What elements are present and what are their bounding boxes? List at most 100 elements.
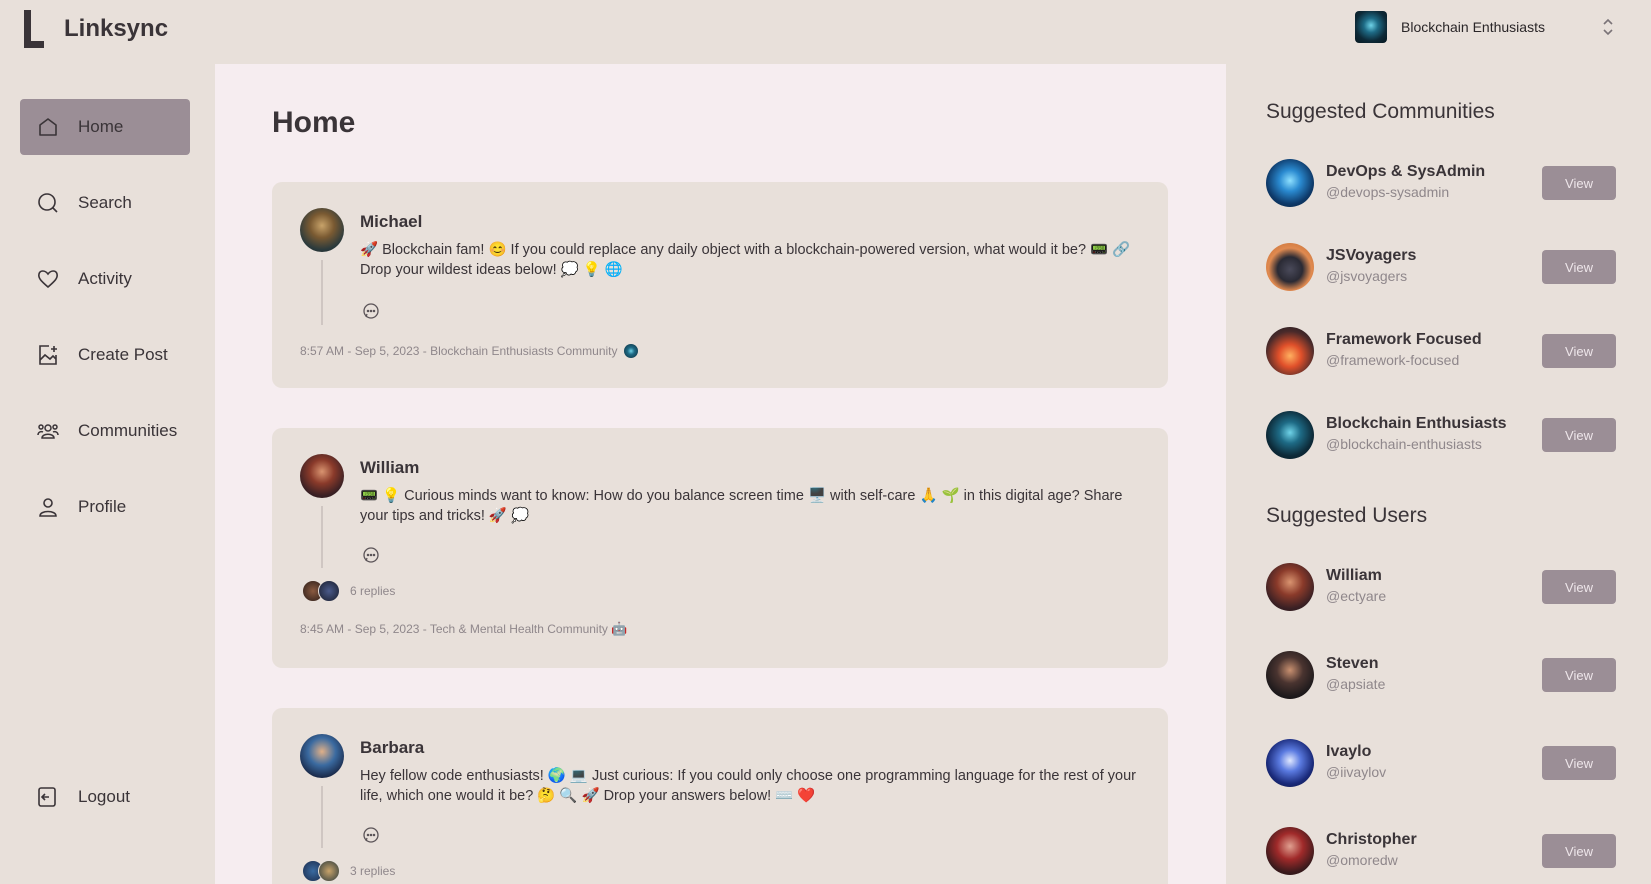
logout-icon <box>36 785 60 809</box>
thread-line <box>321 506 323 568</box>
user-handle: @apsiate <box>1326 676 1386 692</box>
community-avatar[interactable] <box>1266 411 1314 459</box>
post-card: William 📟 💡 Curious minds want to know: … <box>272 428 1168 668</box>
home-icon <box>36 115 60 139</box>
post-content: Hey fellow code enthusiasts! 🌍 💻 Just cu… <box>360 768 1137 804</box>
user-name[interactable]: Christopher <box>1326 831 1417 849</box>
sidebar-item-label: Search <box>78 193 132 212</box>
view-user-button[interactable]: View <box>1542 746 1616 780</box>
view-community-button[interactable]: View <box>1542 418 1616 452</box>
reply-icon[interactable] <box>362 302 380 320</box>
sidebar-item-create-post[interactable]: Create Post <box>20 327 190 383</box>
app-name: Linksync <box>64 15 169 42</box>
organization-avatar <box>1355 11 1387 43</box>
post-author[interactable]: Michael <box>360 212 422 232</box>
view-user-button[interactable]: View <box>1542 834 1616 868</box>
communities-icon <box>36 419 60 443</box>
suggested-community-row: DevOps & SysAdmin @devops-sysadmin View <box>1266 159 1616 209</box>
user-handle: @iivaylov <box>1326 764 1387 780</box>
main-feed: Home Michael 🚀 Blockchain fam! 😊 If you … <box>215 64 1226 884</box>
sidebar-item-profile[interactable]: Profile <box>20 479 190 535</box>
author-avatar[interactable] <box>300 454 344 498</box>
sidebar-item-label: Home <box>78 117 124 136</box>
community-handle: @devops-sysadmin <box>1326 184 1450 200</box>
sidebar-item-home[interactable]: Home <box>20 99 190 155</box>
suggested-user-row: Steven @apsiate View <box>1266 651 1616 701</box>
user-handle: @omoredw <box>1326 852 1398 868</box>
replies-summary[interactable]: 6 replies <box>302 580 395 602</box>
replies-count: 6 replies <box>350 584 396 598</box>
suggested-community-row: Blockchain Enthusiasts @blockchain-enthu… <box>1266 411 1616 461</box>
search-icon <box>36 191 60 215</box>
user-name[interactable]: William <box>1326 567 1382 585</box>
view-community-button[interactable]: View <box>1542 334 1616 368</box>
author-avatar[interactable] <box>300 208 344 252</box>
view-community-button[interactable]: View <box>1542 250 1616 284</box>
organization-name: Blockchain Enthusiasts <box>1401 19 1545 35</box>
user-name[interactable]: Steven <box>1326 655 1378 673</box>
post-meta-text[interactable]: 8:45 AM - Sep 5, 2023 - Tech & Mental He… <box>300 622 608 636</box>
chevron-up-down-icon[interactable] <box>1601 17 1615 37</box>
suggested-user-row: William @ectyare View <box>1266 563 1616 613</box>
replies-count: 3 replies <box>350 864 396 878</box>
community-name[interactable]: Blockchain Enthusiasts <box>1326 415 1507 433</box>
logo-mark-icon <box>24 10 44 48</box>
sidebar-item-label: Profile <box>78 497 127 516</box>
create-post-icon <box>36 343 60 367</box>
post-author[interactable]: Barbara <box>360 738 424 758</box>
right-sidebar: Suggested Communities DevOps & SysAdmin … <box>1226 60 1651 884</box>
user-avatar[interactable] <box>1266 563 1314 611</box>
reply-avatar <box>318 580 340 602</box>
community-avatar <box>623 344 638 358</box>
profile-icon <box>36 495 60 519</box>
heart-icon <box>36 267 60 291</box>
user-name[interactable]: Ivaylo <box>1326 743 1371 761</box>
suggested-community-row: Framework Focused @framework-focused Vie… <box>1266 327 1616 377</box>
post-author[interactable]: William <box>360 458 419 478</box>
sidebar-item-label: Activity <box>78 269 132 288</box>
page-title: Home <box>272 106 356 139</box>
user-handle: @ectyare <box>1326 588 1387 604</box>
community-avatar[interactable] <box>1266 327 1314 375</box>
replies-summary[interactable]: 3 replies <box>302 860 395 882</box>
app-logo[interactable]: Linksync <box>24 10 168 48</box>
organization-switcher[interactable]: Blockchain Enthusiasts <box>1355 11 1615 43</box>
view-community-button[interactable]: View <box>1542 166 1616 200</box>
post-content: 🚀 Blockchain fam! 😊 If you could replace… <box>360 242 1131 278</box>
community-name[interactable]: JSVoyagers <box>1326 247 1416 265</box>
thread-line <box>321 786 323 848</box>
suggested-users-title: Suggested Users <box>1266 504 1428 527</box>
reply-icon[interactable] <box>362 826 380 844</box>
sidebar-item-activity[interactable]: Activity <box>20 251 190 307</box>
reply-icon[interactable] <box>362 546 380 564</box>
author-avatar[interactable] <box>300 734 344 778</box>
sidebar-item-label: Create Post <box>78 345 168 364</box>
suggested-community-row: JSVoyagers @jsvoyagers View <box>1266 243 1616 293</box>
reply-avatars <box>302 860 340 882</box>
reply-avatar <box>318 860 340 882</box>
thread-line <box>321 260 323 325</box>
community-avatar[interactable] <box>1266 159 1314 207</box>
community-name[interactable]: Framework Focused <box>1326 331 1482 349</box>
community-avatar[interactable] <box>1266 243 1314 291</box>
reply-avatars <box>302 580 340 602</box>
user-avatar[interactable] <box>1266 651 1314 699</box>
logout-button[interactable]: Logout <box>20 769 190 825</box>
left-sidebar: Home Search Activity Create Post Communi… <box>0 60 215 884</box>
user-avatar[interactable] <box>1266 739 1314 787</box>
community-name[interactable]: DevOps & SysAdmin <box>1326 163 1485 181</box>
view-user-button[interactable]: View <box>1542 658 1616 692</box>
sidebar-item-search[interactable]: Search <box>20 175 190 231</box>
community-avatar: 🤖 <box>611 622 628 637</box>
post-card: Barbara Hey fellow code enthusiasts! 🌍 💻… <box>272 708 1168 884</box>
post-content: 📟 💡 Curious minds want to know: How do y… <box>360 488 1123 524</box>
logout-label: Logout <box>78 787 130 806</box>
community-handle: @framework-focused <box>1326 352 1460 368</box>
sidebar-item-communities[interactable]: Communities <box>20 403 190 459</box>
view-user-button[interactable]: View <box>1542 570 1616 604</box>
post-meta-text[interactable]: 8:57 AM - Sep 5, 2023 - Blockchain Enthu… <box>300 344 618 358</box>
user-avatar[interactable] <box>1266 827 1314 875</box>
post-card: Michael 🚀 Blockchain fam! 😊 If you could… <box>272 182 1168 388</box>
community-handle: @blockchain-enthusiasts <box>1326 436 1482 452</box>
community-handle: @jsvoyagers <box>1326 268 1408 284</box>
